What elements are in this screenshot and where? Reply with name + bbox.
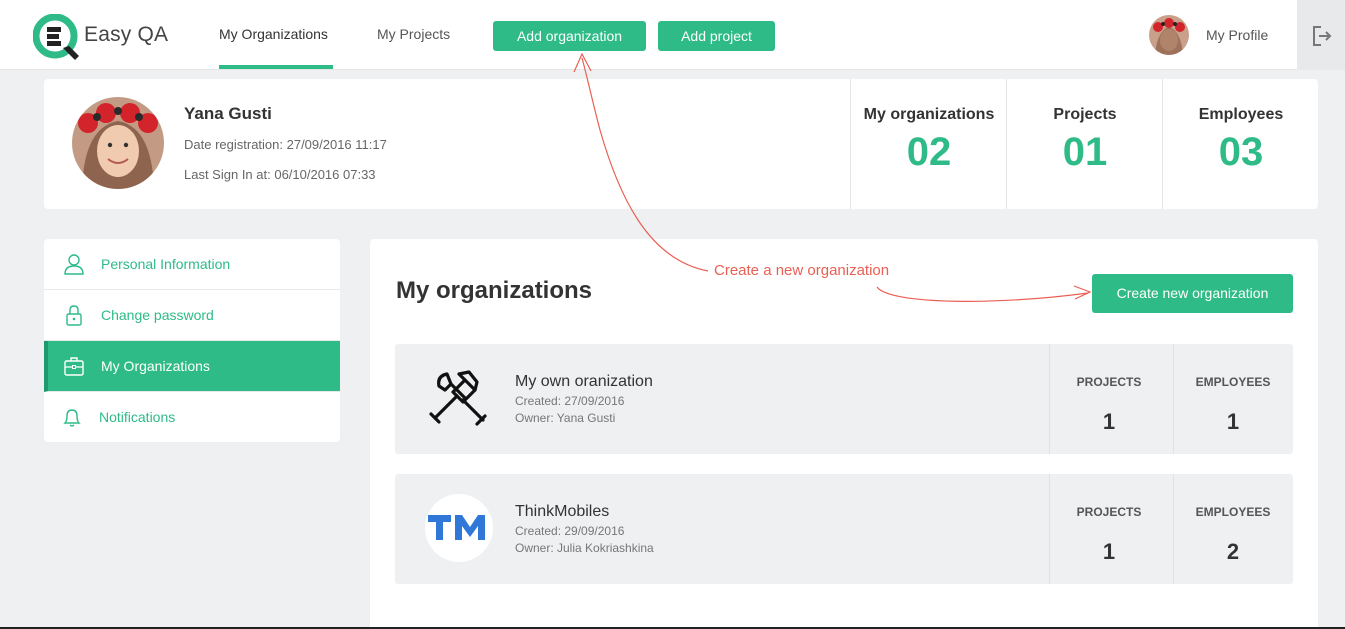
annotation-text: Create a new organization — [714, 262, 890, 279]
row-divider — [1049, 474, 1050, 584]
employees-count: 1 — [1226, 409, 1240, 434]
projects-count: 1 — [1102, 539, 1116, 564]
organization-row[interactable]: My own oranization Created: 27/09/2016 O… — [395, 344, 1293, 454]
organization-created: Created: 27/09/2016 — [515, 394, 625, 408]
row-divider — [1049, 344, 1050, 454]
tools-icon — [429, 370, 487, 426]
projects-label: PROJECTS — [1076, 505, 1142, 519]
organization-name[interactable]: My own oranization — [515, 373, 653, 391]
organization-name[interactable]: ThinkMobiles — [515, 503, 609, 521]
organization-owner: Owner: Yana Gusti — [515, 411, 616, 425]
organization-row[interactable]: ThinkMobiles Created: 29/09/2016 Owner: … — [395, 474, 1293, 584]
employees-count: 2 — [1226, 539, 1240, 564]
row-divider — [1173, 474, 1174, 584]
projects-count: 1 — [1102, 409, 1116, 434]
organization-owner: Owner: Julia Kokriashkina — [515, 541, 654, 555]
row-divider — [1173, 344, 1174, 454]
projects-label: PROJECTS — [1076, 375, 1142, 389]
employees-label: EMPLOYEES — [1195, 375, 1271, 389]
employees-label: EMPLOYEES — [1195, 505, 1271, 519]
tm-logo-icon — [425, 494, 493, 562]
organization-created: Created: 29/09/2016 — [515, 524, 625, 538]
